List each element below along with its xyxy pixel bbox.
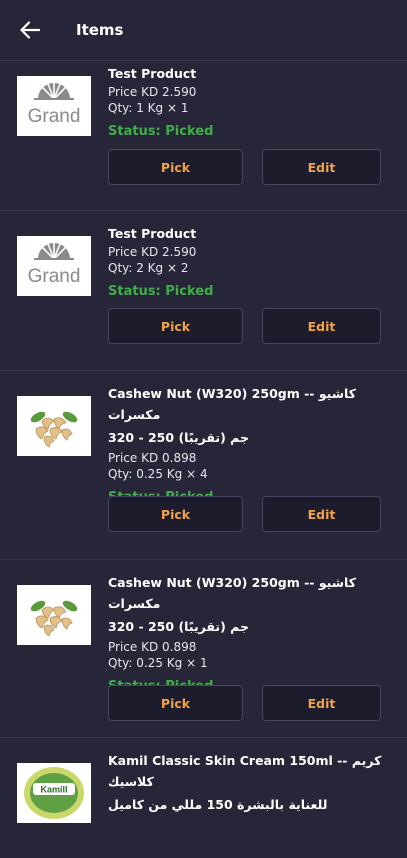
item-qty: Qty: 0.25 Kg × 4: [108, 467, 208, 481]
item-price: Price KD 2.590: [108, 85, 197, 99]
item-name-arabic: 320 - 250 جم (تقريبًا): [108, 430, 249, 445]
list-item: Cashew Nut (W320) 250gm -- كاشيو مكسرات …: [0, 371, 407, 560]
svg-text:Grand: Grand: [28, 266, 81, 287]
svg-text:Grand: Grand: [28, 106, 81, 127]
item-info: Cashew Nut (W320) 250gm -- كاشيو مكسرات …: [108, 572, 387, 699]
edit-button[interactable]: Edit: [262, 308, 381, 344]
item-name: Kamil Classic Skin Cream 150ml -- كريم ك…: [108, 753, 382, 789]
list-item: Kamill Kamil Classic Skin Cream 150ml --…: [0, 738, 407, 858]
item-info: Test Product Price KD 2.590 Qty: 1 Kg × …: [108, 63, 387, 144]
page-title: Items: [76, 21, 124, 39]
item-qty: Qty: 2 Kg × 2: [108, 261, 189, 275]
back-button[interactable]: [0, 0, 60, 60]
edit-button[interactable]: Edit: [262, 685, 381, 721]
item-name: Cashew Nut (W320) 250gm -- كاشيو مكسرات: [108, 386, 357, 422]
item-price: Price KD 0.898: [108, 640, 197, 654]
cashew-image: [30, 411, 78, 448]
pick-button[interactable]: Pick: [108, 496, 243, 532]
items-list: Grand Test Product Price KD 2.590 Qty: 1…: [0, 60, 407, 858]
item-name-arabic: للعناية بالبشرة 150 مللي من كاميل: [108, 797, 328, 812]
arrow-left-icon: [20, 21, 40, 39]
cashew-image: [30, 600, 78, 637]
item-info: Test Product Price KD 2.590 Qty: 2 Kg × …: [108, 223, 387, 304]
item-name-arabic: 320 - 250 جم (تقريبًا): [108, 619, 249, 634]
pick-button[interactable]: Pick: [108, 685, 243, 721]
pick-button[interactable]: Pick: [108, 149, 243, 185]
pick-button[interactable]: Pick: [108, 308, 243, 344]
item-info: Kamil Classic Skin Cream 150ml -- كريم ك…: [108, 750, 387, 815]
item-price: Price KD 2.590: [108, 245, 197, 259]
top-app-bar: Items: [0, 0, 407, 61]
grand-logo: Grand: [28, 83, 81, 127]
edit-button[interactable]: Edit: [262, 149, 381, 185]
item-status: Status: Picked: [108, 284, 214, 299]
product-image: Kamill: [17, 763, 91, 823]
item-name: Test Product: [108, 226, 197, 241]
product-image: [17, 585, 91, 645]
item-status: Status: Picked: [108, 124, 214, 139]
item-qty: Qty: 0.25 Kg × 1: [108, 656, 208, 670]
grand-logo: Grand: [28, 243, 81, 287]
item-name: Test Product: [108, 66, 197, 81]
list-item: Grand Test Product Price KD 2.590 Qty: 2…: [0, 211, 407, 371]
item-info: Cashew Nut (W320) 250gm -- كاشيو مكسرات …: [108, 383, 387, 510]
edit-button[interactable]: Edit: [262, 496, 381, 532]
list-item: Cashew Nut (W320) 250gm -- كاشيو مكسرات …: [0, 560, 407, 738]
item-name: Cashew Nut (W320) 250gm -- كاشيو مكسرات: [108, 575, 357, 611]
product-image: [17, 396, 91, 456]
kamill-cream-image: Kamill: [24, 767, 84, 819]
list-item: Grand Test Product Price KD 2.590 Qty: 1…: [0, 60, 407, 211]
product-image: Grand: [17, 236, 91, 296]
svg-text:Kamill: Kamill: [40, 785, 67, 795]
item-price: Price KD 0.898: [108, 451, 197, 465]
product-image: Grand: [17, 76, 91, 136]
item-qty: Qty: 1 Kg × 1: [108, 101, 189, 115]
